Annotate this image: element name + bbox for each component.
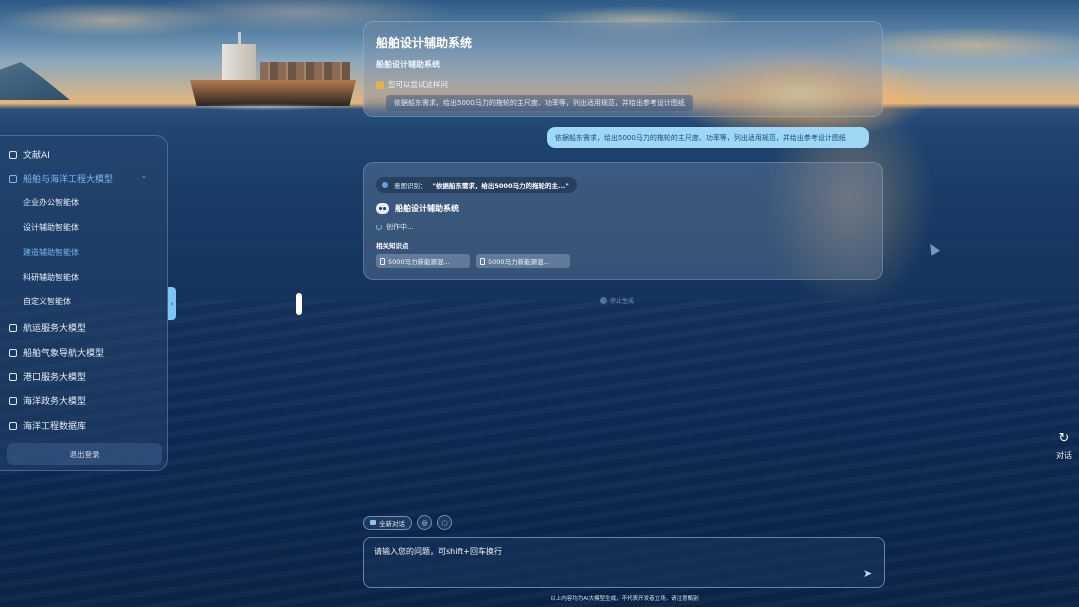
status-text: 创作中...	[386, 223, 414, 231]
stop-generation-button[interactable]: 停止生成	[600, 296, 634, 305]
sidebar-item-label: 海洋政务大模型	[23, 397, 87, 407]
sidebar-item-shipping-model[interactable]: 航运服务大模型	[9, 321, 86, 334]
tool-button-2[interactable]: ◌	[437, 515, 452, 530]
doc-title: 5000马力新能源混...	[388, 258, 450, 266]
sidebar-item-ocean-gov-model[interactable]: 海洋政务大模型	[9, 394, 86, 407]
document-icon	[380, 257, 385, 265]
robot-icon	[376, 203, 389, 214]
stop-icon	[600, 297, 607, 304]
loading-spinner-icon	[376, 224, 382, 230]
welcome-subtitle: 船舶设计辅助系统	[376, 60, 440, 69]
sidebar-item-label: 文献AI	[23, 151, 50, 161]
sidebar-subitem-office-agent[interactable]: 企业办公智能体	[23, 197, 79, 208]
sidebar-subitem-custom-agent[interactable]: 自定义智能体	[23, 296, 71, 307]
sidebar-collapse-toggle[interactable]: ›	[168, 287, 176, 320]
sidebar-item-label: 海洋工程数据库	[23, 422, 87, 432]
database-icon	[9, 421, 17, 430]
bot-name: 船舶设计辅助系统	[395, 204, 459, 213]
logout-button[interactable]: 退出登录	[7, 443, 162, 465]
cargo-ship-image	[188, 32, 358, 112]
knowledge-docs: 5000马力新能源混... 5000马力新能源混...	[376, 254, 870, 268]
sidebar: 文献AI 船舶与海洋工程大模型 ⌃ 企业办公智能体 设计辅助智能体 建造辅助智能…	[0, 135, 168, 471]
refresh-icon: ↻	[1058, 431, 1070, 446]
intent-recognition-tag[interactable]: 意图识别： "依据船东需求，给出5000马力的拖轮的主..."	[376, 177, 577, 193]
welcome-card: 船舶设计辅助系统 船舶设计辅助系统 您可以尝试这样问 依据船东需求，给出5000…	[363, 21, 883, 117]
lightbulb-icon	[376, 80, 384, 89]
port-icon	[9, 372, 17, 381]
welcome-title: 船舶设计辅助系统	[376, 36, 473, 50]
knowledge-label: 相关知识点	[376, 242, 409, 250]
sidebar-item-label: 港口服务大模型	[23, 373, 87, 383]
sidebar-subitem-research-agent[interactable]: 科研辅助智能体	[23, 272, 79, 283]
new-chat-label: 全新对话	[379, 519, 405, 528]
ship-icon	[9, 174, 17, 183]
tool-button-1[interactable]: ◎	[417, 515, 432, 530]
try-asking-hint: 您可以尝试这样问	[376, 79, 870, 90]
response-card: 意图识别： "依据船东需求，给出5000马力的拖轮的主..." 船舶设计辅助系统…	[363, 162, 883, 280]
new-conversation-button[interactable]: ↻ 对话	[1052, 432, 1076, 461]
chat-icon	[9, 150, 17, 159]
sidebar-item-ocean-database[interactable]: 海洋工程数据库	[9, 419, 86, 432]
intent-label: 意图识别：	[394, 182, 427, 190]
bot-header: 船舶设计辅助系统	[376, 203, 870, 214]
stop-label: 停止生成	[610, 298, 635, 305]
sidebar-subitem-construction-agent[interactable]: 建造辅助智能体	[23, 247, 79, 258]
sidebar-item-ship-ocean-model[interactable]: 船舶与海洋工程大模型 ⌃	[9, 172, 147, 185]
input-toolbar: 全新对话 ◎ ◌	[363, 515, 452, 530]
intent-icon	[382, 182, 388, 188]
sidebar-item-literature-ai[interactable]: 文献AI	[9, 148, 50, 161]
chevron-up-icon: ⌃	[141, 174, 147, 183]
sidebar-item-label: 航运服务大模型	[23, 324, 87, 334]
anchor-icon	[9, 323, 17, 332]
new-conversation-label: 对话	[1056, 451, 1072, 460]
new-chat-button[interactable]: 全新对话	[363, 515, 412, 530]
send-icon[interactable]: ➤	[863, 568, 875, 580]
weather-icon	[9, 348, 17, 357]
sidebar-subitem-design-agent[interactable]: 设计辅助智能体	[23, 222, 79, 233]
input-placeholder: 请输入您的问题，可shift+回车换行	[374, 547, 502, 556]
ai-disclaimer: 以上内容均为AI大模型生成，不代表开发者立场，请注意甄别	[550, 596, 699, 602]
suggested-question[interactable]: 依据船东需求，给出5000马力的拖轮的主尺度、功率等，列出适用规范，并给出参考设…	[386, 95, 693, 111]
sidebar-item-weather-nav-model[interactable]: 船舶气象导航大模型	[9, 346, 104, 359]
chat-input[interactable]: 请输入您的问题，可shift+回车换行 ➤	[363, 537, 885, 588]
doc-title: 5000马力新能源混...	[488, 258, 550, 266]
gov-icon	[9, 396, 17, 405]
sidebar-item-label: 船舶与海洋工程大模型	[23, 175, 114, 185]
generation-status: 创作中...	[376, 222, 870, 232]
scrollbar-handle[interactable]	[296, 293, 302, 315]
sidebar-item-label: 船舶气象导航大模型	[23, 349, 105, 359]
user-message-bubble: 依据船东需求，给出5000马力的拖轮的主尺度、功率等，列出适用规范，并给出参考设…	[547, 127, 869, 148]
knowledge-doc-chip[interactable]: 5000马力新能源混...	[376, 254, 470, 268]
sidebar-item-port-model[interactable]: 港口服务大模型	[9, 370, 86, 383]
ship-wake	[170, 102, 360, 112]
knowledge-doc-chip[interactable]: 5000马力新能源混...	[476, 254, 570, 268]
intent-text: "依据船东需求，给出5000马力的拖轮的主..."	[432, 182, 569, 190]
hint-text: 您可以尝试这样问	[388, 80, 448, 89]
chat-icon	[370, 520, 376, 525]
document-icon	[480, 257, 485, 265]
